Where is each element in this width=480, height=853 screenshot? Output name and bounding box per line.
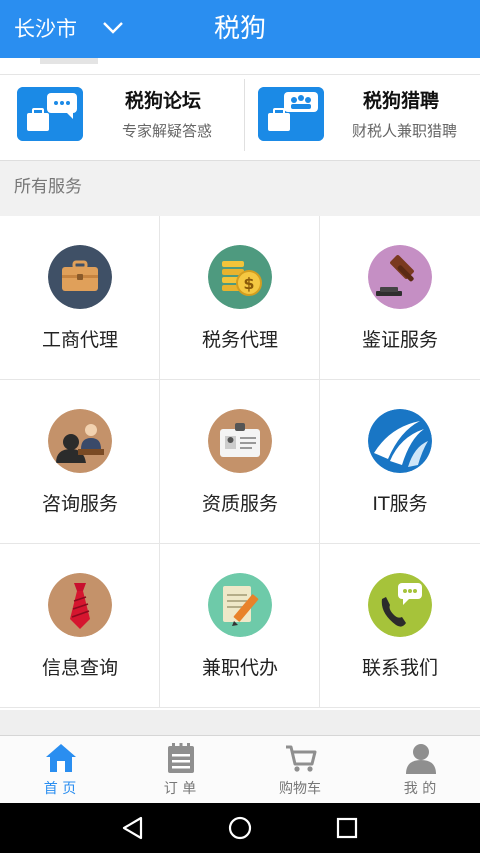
- promo-forum-subtitle: 专家解疑答惑: [122, 122, 213, 140]
- banner-carousel[interactable]: [0, 58, 480, 75]
- profile-icon: [406, 744, 436, 774]
- forum-chat-icon: [17, 87, 83, 141]
- page-title: 税狗: [213, 14, 266, 44]
- bottom-tab-bar: 首 页 订 单 购物车 我 的: [0, 735, 480, 804]
- service-label: 信息查询: [41, 657, 118, 679]
- service-consulting[interactable]: 咨询服务: [0, 380, 160, 544]
- service-parttime-agency[interactable]: 兼职代办: [160, 544, 320, 708]
- consultation-icon: [48, 409, 112, 473]
- service-info-query[interactable]: 信息查询: [0, 544, 160, 708]
- home-icon: [46, 744, 76, 772]
- service-verification[interactable]: 鉴证服务: [320, 216, 480, 380]
- service-label: IT服务: [372, 493, 428, 515]
- phone-icon: [368, 573, 432, 637]
- id-card-icon: [208, 409, 272, 473]
- promo-row: 税狗论坛 专家解疑答惑 税狗猎聘 财税人兼职猎聘: [0, 75, 480, 161]
- home-circle-icon[interactable]: [227, 815, 253, 841]
- it-logo-icon: [368, 409, 432, 473]
- service-business-agency[interactable]: 工商代理: [0, 216, 160, 380]
- service-it[interactable]: IT服务: [320, 380, 480, 544]
- service-tax-agency[interactable]: $ 税务代理: [160, 216, 320, 380]
- tab-cart[interactable]: 购物车: [240, 736, 360, 804]
- coins-icon: $: [208, 245, 272, 309]
- service-label: 联系我们: [361, 657, 438, 679]
- section-title: 所有服务: [14, 177, 82, 197]
- top-bar: 长沙市 税狗: [0, 0, 480, 58]
- section-header: 所有服务: [0, 161, 480, 216]
- briefcase-icon: [48, 245, 112, 309]
- tab-profile[interactable]: 我 的: [360, 736, 480, 804]
- recents-icon[interactable]: [334, 815, 360, 841]
- service-label: 鉴证服务: [361, 329, 438, 351]
- recruit-people-icon: [258, 87, 324, 141]
- necktie-icon: [48, 573, 112, 637]
- services-grid: 工商代理 $ 税务代理 鉴证服务 咨询服务 资质服务 IT服务 信息查询 兼职代…: [0, 216, 480, 710]
- tab-home[interactable]: 首 页: [0, 736, 120, 804]
- service-label: 工商代理: [41, 329, 118, 351]
- service-label: 税务代理: [201, 329, 278, 351]
- service-label: 咨询服务: [41, 493, 118, 515]
- svg-text:$: $: [243, 274, 254, 293]
- system-nav-bar: [0, 803, 480, 853]
- tab-orders[interactable]: 订 单: [120, 736, 240, 804]
- service-label: 兼职代办: [201, 657, 278, 679]
- tab-label: 订 单: [163, 781, 197, 797]
- notepad-pencil-icon: [208, 573, 272, 637]
- promo-recruit-title: 税狗猎聘: [363, 90, 440, 112]
- banner-image[interactable]: [40, 58, 98, 64]
- gavel-icon: [368, 245, 432, 309]
- cart-icon: [286, 745, 317, 772]
- service-label: 资质服务: [201, 493, 278, 515]
- spacer: [0, 710, 480, 735]
- promo-recruit[interactable]: 税狗猎聘 财税人兼职猎聘: [241, 75, 480, 160]
- promo-forum[interactable]: 税狗论坛 专家解疑答惑: [0, 75, 240, 160]
- order-list-icon: [168, 743, 194, 773]
- tab-label: 购物车: [279, 781, 321, 797]
- promo-forum-title: 税狗论坛: [125, 90, 202, 112]
- tab-label: 我 的: [403, 781, 437, 797]
- promo-recruit-subtitle: 财税人兼职猎聘: [352, 122, 458, 140]
- service-qualification[interactable]: 资质服务: [160, 380, 320, 544]
- service-contact-us[interactable]: 联系我们: [320, 544, 480, 708]
- tab-label: 首 页: [43, 781, 77, 797]
- back-icon[interactable]: [120, 815, 146, 841]
